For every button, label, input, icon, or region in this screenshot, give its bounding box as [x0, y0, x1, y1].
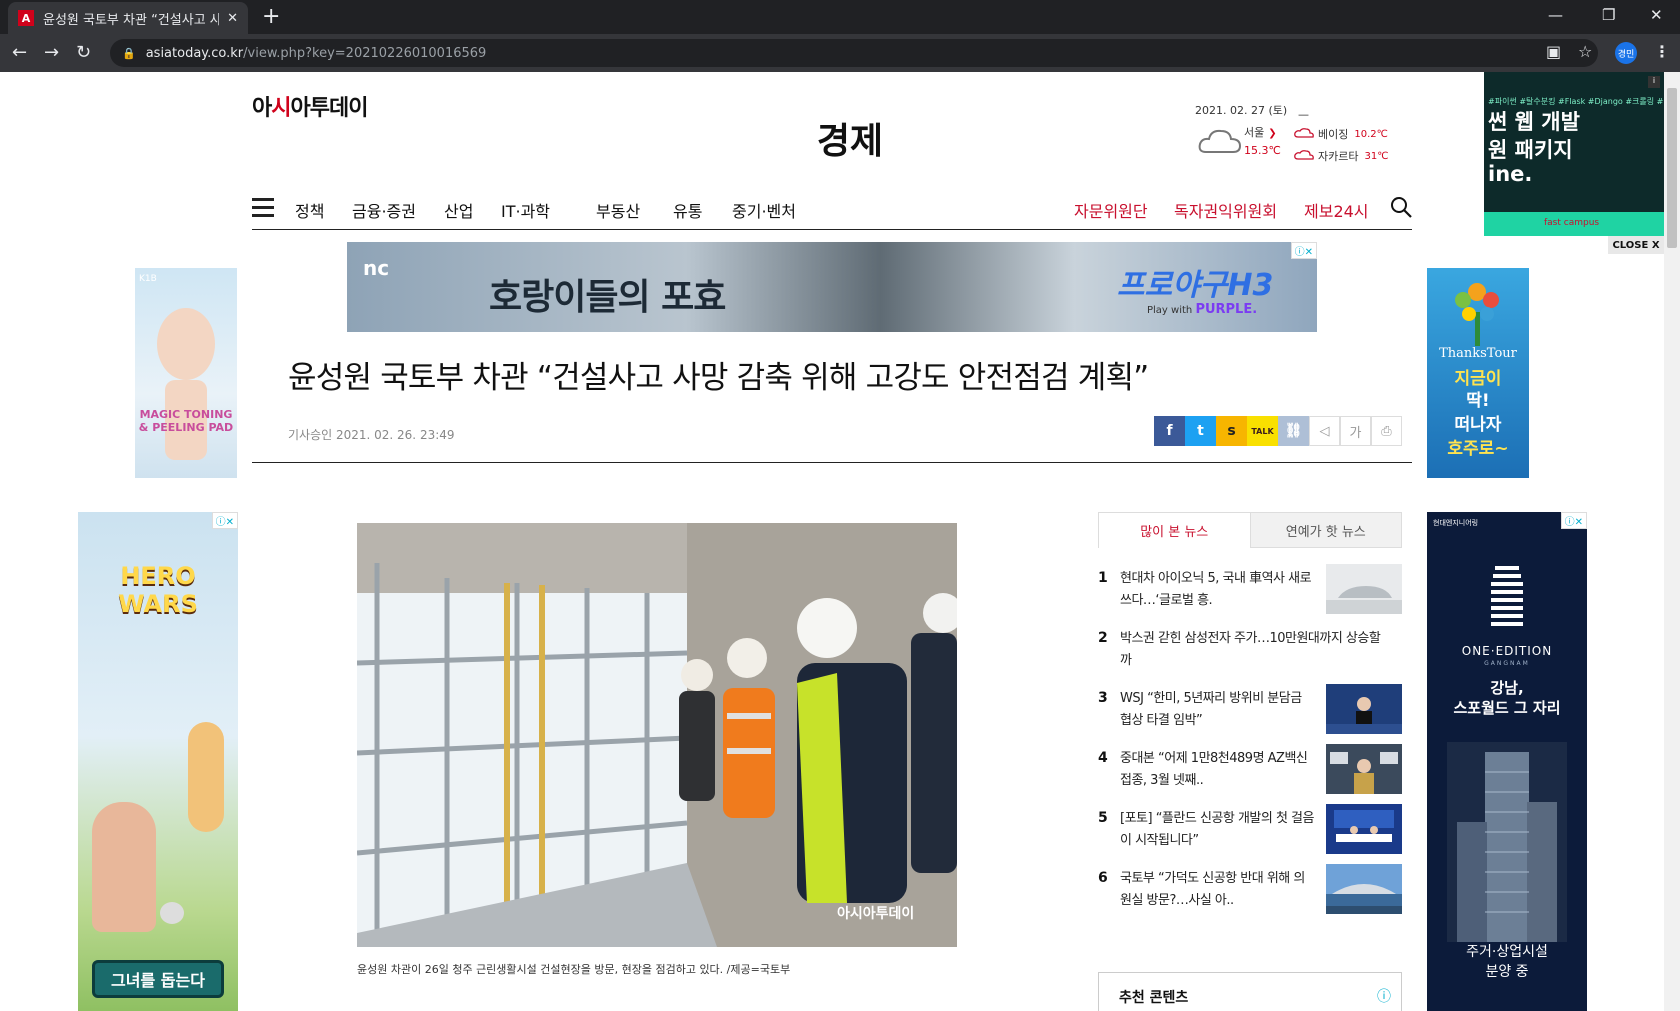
url-field[interactable]: 🔒 asiatoday.co.kr /view.php?key=20210226…	[110, 39, 1598, 67]
new-tab-button[interactable]: +	[262, 4, 280, 29]
print-icon[interactable]: ⎙	[1371, 416, 1402, 446]
facebook-share-icon[interactable]: f	[1154, 416, 1185, 446]
scrollbar-thumb[interactable]	[1667, 88, 1677, 248]
browser-tab[interactable]: A 윤성원 국토부 차관 “건설사고 사 ✕	[8, 2, 248, 34]
nav-item-finance[interactable]: 금융·증권	[352, 198, 416, 222]
font-size-icon[interactable]: 가	[1340, 416, 1371, 446]
reload-icon[interactable]: ↻	[76, 42, 91, 63]
nav-item-real-estate[interactable]: 부동산	[596, 198, 640, 222]
window-close-icon[interactable]: ✕	[1650, 6, 1663, 24]
hamburger-menu-icon[interactable]	[252, 198, 274, 217]
ranking-tabs: 많이 본 뉴스 연예가 핫 뉴스	[1098, 512, 1402, 548]
adchoices-icon[interactable]: ⓘ✕	[211, 512, 238, 529]
weather-city-select[interactable]: 서울 ❯	[1244, 124, 1277, 140]
main-navigation: 정책 금융·증권 산업 IT·과학 부동산 유통 중기·벤처 자문위원단 독자권…	[252, 188, 1412, 230]
page-scrollbar[interactable]	[1664, 72, 1680, 1011]
ranking-item[interactable]: 2 박스권 갇힌 삼성전자 주가…10만원대까지 상승할까	[1098, 624, 1402, 680]
construction-site-image: 아시아투데이	[357, 523, 957, 947]
news-thumbnail	[1326, 744, 1402, 794]
share-toolbar: f t s TALK ⛓ ◁ 가 ⎙	[1154, 416, 1402, 446]
copy-link-icon[interactable]: ⛓	[1278, 416, 1309, 446]
section-title: 경제	[816, 121, 884, 162]
nav-item-reader-rights[interactable]: 독자권익위원회	[1174, 198, 1277, 222]
left-skyscraper-ad[interactable]: K1B MAGIC TONING & PEELING PAD	[135, 268, 237, 478]
url-host: asiatoday.co.kr	[145, 45, 244, 61]
profile-avatar[interactable]: 경민	[1615, 42, 1637, 64]
tab-most-viewed[interactable]: 많이 본 뉴스	[1099, 513, 1250, 548]
building-logo-icon	[1491, 566, 1523, 626]
kakaotalk-share-icon[interactable]: TALK	[1247, 416, 1278, 446]
cloud-rain-icon	[1294, 150, 1314, 160]
ranking-item[interactable]: 4 중대본 “어제 1만8천489명 AZ백신 접종, 3월 넷째..	[1098, 744, 1402, 800]
back-arrow-icon[interactable]: ←	[12, 42, 27, 63]
close-ad-button[interactable]: CLOSE X	[1608, 236, 1664, 254]
weather-row: 베이징 10.2℃	[1294, 126, 1388, 142]
browser-tab-bar: A 윤성원 국토부 차관 “건설사고 사 ✕ + — ❐ ✕	[0, 0, 1680, 34]
chevron-down-icon: ❯	[1268, 128, 1277, 139]
site-logo[interactable]: 아시아투데이	[252, 90, 368, 122]
adchoices-icon[interactable]: ⓘ✕	[1290, 242, 1317, 259]
search-icon[interactable]	[1390, 196, 1412, 218]
speaker-icon[interactable]: ◁	[1309, 416, 1340, 446]
nav-item-retail[interactable]: 유통	[673, 198, 702, 222]
url-path: /view.php?key=20210226010016569	[243, 45, 487, 61]
ranking-item[interactable]: 3 WSJ “한미, 5년짜리 방위비 분담금 협상 타결 임박”	[1098, 684, 1402, 740]
nav-item-venture[interactable]: 중기·벤처	[732, 198, 796, 222]
article-photo[interactable]: 아시아투데이	[357, 523, 957, 947]
ranking-item[interactable]: 1 현대차 아이오닉 5, 국내 車역사 새로 쓰다…‘글로벌 흥.	[1098, 564, 1402, 620]
forward-arrow-icon[interactable]: →	[44, 42, 59, 63]
lock-icon: 🔒	[122, 46, 136, 60]
weather-date: 2021. 02. 27 (토)	[1195, 104, 1288, 117]
weather-row: 자카르타 31℃	[1294, 148, 1388, 164]
tab-title: 윤성원 국토부 차관 “건설사고 사	[43, 12, 220, 28]
hero-wars-ad[interactable]: HERO WARS 그녀를 돕는다 ⓘ✕	[78, 512, 238, 1011]
news-thumbnail	[1326, 564, 1402, 614]
nav-item-advisory[interactable]: 자문위원단	[1074, 198, 1148, 222]
weather-divider: —	[1298, 108, 1309, 121]
maximize-icon[interactable]: ❐	[1602, 6, 1615, 24]
recommended-content: 추천 콘텐츠 ⓘ	[1098, 972, 1402, 1011]
adchoices-icon[interactable]: ⓘ	[1377, 986, 1391, 1006]
nav-item-industry[interactable]: 산업	[444, 198, 473, 222]
minimize-icon[interactable]: —	[1548, 6, 1563, 24]
tree-logo-icon	[1455, 283, 1499, 346]
nav-item-it[interactable]: IT·과학	[501, 198, 550, 222]
building-image	[1447, 742, 1567, 942]
photo-watermark: 아시아투데이	[837, 905, 914, 922]
tab-entertainment[interactable]: 연예가 핫 뉴스	[1249, 513, 1401, 548]
cloud-icon	[1198, 129, 1242, 153]
cast-blocked-icon[interactable]: ▣	[1546, 42, 1561, 61]
nav-item-tip[interactable]: 제보24시	[1304, 198, 1369, 222]
header-divider	[252, 462, 1412, 463]
ad-cta-button[interactable]: 그녀를 돕는다	[92, 960, 224, 998]
kakaostory-share-icon[interactable]: s	[1216, 416, 1247, 446]
character-image	[92, 802, 156, 932]
bookmark-star-icon[interactable]: ☆	[1578, 42, 1592, 61]
one-edition-ad[interactable]: 현대엔지니어링 ONE·EDITION GANGNAM 강남, 스포월드 그 자리…	[1427, 512, 1587, 1011]
nav-item-policy[interactable]: 정책	[295, 198, 324, 222]
model-image	[157, 308, 215, 380]
twitter-share-icon[interactable]: t	[1185, 416, 1216, 446]
cloud-rain-icon	[1294, 128, 1314, 138]
ranking-item[interactable]: 5 [포토] “플란드 신공항 개발의 첫 걸음이 시작됩니다”	[1098, 804, 1402, 860]
site-favicon-icon: A	[18, 10, 34, 26]
news-thumbnail	[1326, 864, 1402, 914]
floating-ad[interactable]: i #파이썬 #탈수분킹 #Flask #Django #크롤링 #실전 썬 웹…	[1484, 72, 1664, 236]
article-byline: 기사승인 2021. 02. 26. 23:49	[288, 428, 455, 442]
web-page: 아시아투데이 경제 2021. 02. 27 (토) 서울 ❯ 15.3℃ — 베…	[0, 72, 1664, 1011]
right-skyscraper-ad[interactable]: ThanksTour 지금이 딱! 떠나자 호주로~	[1427, 268, 1529, 478]
top-banner-ad[interactable]: nc 호랑이들의 포효 프로야구H3 Play with PURPLE. ⓘ✕	[347, 242, 1317, 332]
ranking-item[interactable]: 6 국토부 “가덕도 신공항 반대 위해 의원실 방문?…사실 아..	[1098, 864, 1402, 920]
news-thumbnail	[1326, 684, 1402, 734]
close-tab-icon[interactable]: ✕	[227, 11, 238, 26]
photo-caption: 윤성원 차관이 26일 청주 근린생활시설 건설현장을 방문, 현장을 점검하고…	[357, 963, 791, 976]
character-image	[188, 722, 224, 832]
article-headline: 윤성원 국토부 차관 “건설사고 사망 감축 위해 고강도 안전점검 계획”	[288, 360, 1149, 396]
address-bar-row: ← → ↻ 🔒 asiatoday.co.kr /view.php?key=20…	[0, 34, 1680, 72]
adchoices-icon[interactable]: ⓘ✕	[1560, 512, 1587, 529]
skull-icon	[160, 902, 184, 924]
browser-menu-icon[interactable]: ⋮	[1654, 42, 1670, 61]
news-thumbnail	[1326, 804, 1402, 854]
weather-temp: 15.3℃	[1244, 144, 1281, 157]
